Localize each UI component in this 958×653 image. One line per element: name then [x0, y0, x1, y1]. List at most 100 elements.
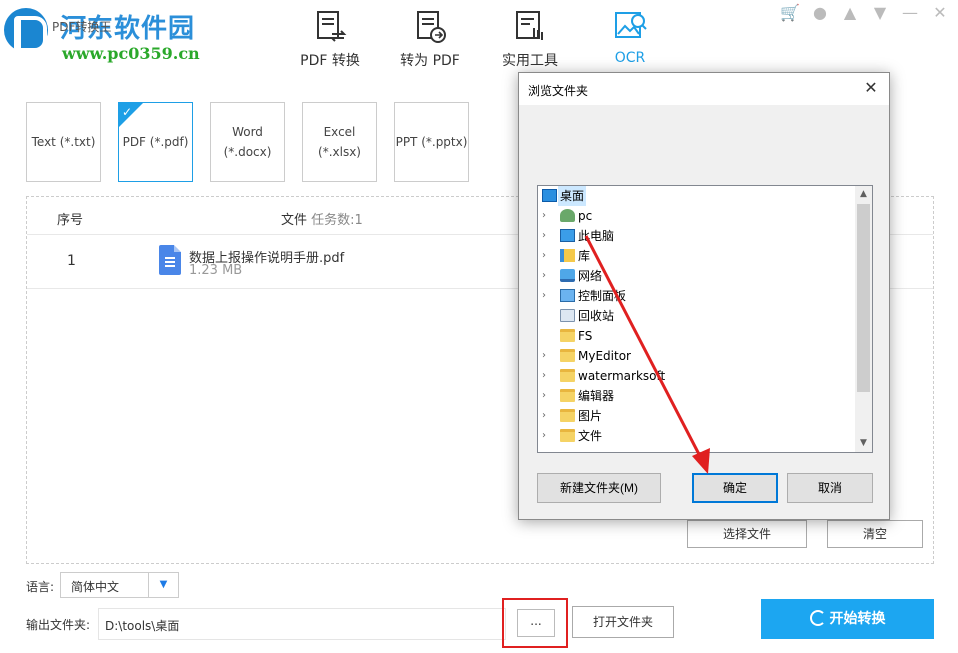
column-header-file: 文件 任务数:1: [281, 209, 363, 228]
refresh-icon: [809, 610, 826, 626]
format-label: Word (*.docx): [224, 122, 272, 162]
chevron-right-icon[interactable]: ›: [542, 246, 552, 266]
cart-icon[interactable]: 🛒: [780, 3, 800, 23]
folder-icon: [560, 329, 575, 342]
start-convert-label: 开始转换: [829, 611, 886, 627]
row-number: 1: [67, 253, 76, 269]
format-label: Excel (*.xlsx): [318, 125, 361, 159]
output-folder-value: D:\tools\桌面: [105, 619, 180, 633]
folder-icon: [560, 429, 575, 442]
chevron-right-icon[interactable]: ›: [542, 386, 552, 406]
tree-item-label: FS: [578, 329, 593, 343]
chevron-right-icon[interactable]: ›: [542, 286, 552, 306]
nav-label: 实用工具: [502, 53, 558, 69]
library-icon: [560, 249, 575, 262]
tree-item-label: 控制面板: [578, 289, 627, 303]
format-txt[interactable]: Text (*.txt): [26, 102, 101, 182]
chevron-right-icon[interactable]: ›: [542, 426, 552, 446]
file-size: 1.23 MB: [189, 263, 243, 278]
bell-icon[interactable]: ▲: [840, 3, 860, 23]
output-folder-field[interactable]: D:\tools\桌面: [98, 608, 506, 640]
new-folder-button[interactable]: 新建文件夹(M): [537, 473, 661, 503]
tree-scrollbar[interactable]: ▲ ▼: [855, 186, 872, 452]
tree-item-fs[interactable]: FS: [538, 326, 856, 346]
nav-label: OCR: [614, 50, 646, 66]
tree-item-label: 此电脑: [578, 229, 615, 243]
column-header-no: 序号: [57, 213, 84, 228]
minimize-icon[interactable]: —: [900, 3, 920, 23]
computer-icon: [560, 229, 575, 242]
tree-item-pc[interactable]: › pc: [538, 206, 856, 226]
tree-item-myeditor[interactable]: › MyEditor: [538, 346, 856, 366]
tree-item-control-panel[interactable]: › 控制面板: [538, 286, 856, 306]
chevron-down-icon[interactable]: ▼: [148, 573, 178, 597]
tree-item-label: watermarksoft: [578, 369, 666, 383]
tree-item-label: 文件: [578, 429, 603, 443]
control-panel-icon: [560, 289, 575, 302]
dialog-titlebar: 浏览文件夹 ✕: [519, 73, 889, 105]
nav-to-pdf[interactable]: 转为 PDF: [390, 8, 470, 78]
tree-item-watermarksoft[interactable]: › watermarksoft: [538, 366, 856, 386]
format-label-line1: Word: [232, 125, 263, 139]
tree-item-label: pc: [578, 209, 593, 223]
tree-item-files[interactable]: › 文件: [538, 426, 856, 446]
language-value: 简体中文: [71, 580, 120, 594]
chevron-right-icon[interactable]: ›: [542, 206, 552, 226]
clear-button[interactable]: 清空: [827, 520, 923, 548]
task-count: 任务数:1: [311, 213, 363, 228]
ocr-icon: [615, 12, 647, 38]
language-select[interactable]: 简体中文 ▼: [60, 572, 179, 598]
tree-item-pictures[interactable]: › 图片: [538, 406, 856, 426]
chevron-right-icon[interactable]: ›: [542, 226, 552, 246]
chevron-right-icon[interactable]: ›: [542, 366, 552, 386]
tree-item-label: 库: [578, 249, 591, 263]
tree-item-editor[interactable]: › 编辑器: [538, 386, 856, 406]
chevron-right-icon[interactable]: ›: [542, 266, 552, 286]
format-xlsx[interactable]: Excel (*.xlsx): [302, 102, 377, 182]
tree-item-recycle-bin[interactable]: 回收站: [538, 306, 856, 326]
tree-item-library[interactable]: › 库: [538, 246, 856, 266]
user-icon[interactable]: ●: [810, 3, 830, 23]
open-folder-button[interactable]: 打开文件夹: [572, 606, 674, 638]
format-label: Text (*.txt): [31, 135, 96, 149]
nav-label: PDF 转换: [300, 53, 360, 69]
cancel-button[interactable]: 取消: [787, 473, 873, 503]
folder-icon: [560, 409, 575, 422]
tree-item-label: 图片: [578, 409, 603, 423]
close-icon[interactable]: ✕: [930, 3, 950, 23]
ok-button[interactable]: 确定: [692, 473, 778, 503]
nav-pdf-convert[interactable]: PDF 转换: [290, 8, 370, 78]
folder-icon: [560, 349, 575, 362]
folder-tree[interactable]: 桌面 › pc › 此电脑 › 库 › 网络 › 控制面板 回收站 FS › M…: [537, 185, 873, 453]
nav-ocr[interactable]: OCR: [590, 8, 670, 78]
app-title: PDF转换王: [52, 20, 112, 34]
desktop-icon: [542, 189, 557, 202]
close-icon[interactable]: ✕: [861, 78, 881, 98]
dropdown-icon[interactable]: ▼: [870, 3, 890, 23]
tree-item-desktop[interactable]: 桌面: [538, 186, 856, 206]
format-pptx[interactable]: PPT (*.pptx): [394, 102, 469, 182]
check-icon: ✓: [122, 105, 133, 119]
tree-item-network[interactable]: › 网络: [538, 266, 856, 286]
nav-tools[interactable]: 实用工具: [490, 8, 570, 78]
dialog-title: 浏览文件夹: [528, 84, 589, 98]
format-docx[interactable]: Word (*.docx): [210, 102, 285, 182]
tree-item-this-pc[interactable]: › 此电脑: [538, 226, 856, 246]
chevron-right-icon[interactable]: ›: [542, 346, 552, 366]
start-convert-button[interactable]: 开始转换: [761, 599, 934, 639]
scroll-down-icon[interactable]: ▼: [855, 435, 872, 452]
select-file-button[interactable]: 选择文件: [687, 520, 807, 548]
browse-folder-dialog: 浏览文件夹 ✕ 桌面 › pc › 此电脑 › 库 › 网络 › 控制面板 回收…: [518, 72, 890, 520]
chevron-right-icon[interactable]: ›: [542, 406, 552, 426]
network-icon: [560, 269, 575, 282]
document-icon: [159, 245, 181, 275]
scrollbar-thumb[interactable]: [857, 204, 870, 392]
tools-icon: [516, 11, 543, 40]
folder-icon: [560, 369, 575, 382]
format-pdf[interactable]: ✓ PDF (*.pdf): [118, 102, 193, 182]
scroll-up-icon[interactable]: ▲: [855, 186, 872, 203]
watermark-logo-icon: [4, 8, 48, 52]
browse-folder-button[interactable]: ...: [517, 609, 555, 637]
pdf-convert-icon: [317, 11, 347, 42]
format-label-line2: (*.docx): [223, 145, 272, 159]
